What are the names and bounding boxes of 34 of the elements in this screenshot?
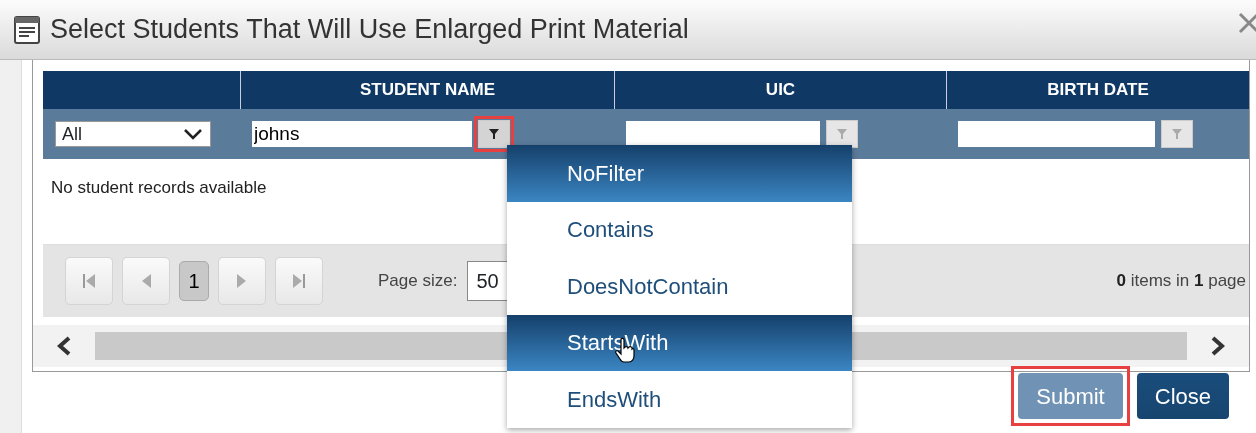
filter-menu-item[interactable]: EndsWith	[507, 371, 852, 428]
filter-icon	[488, 128, 500, 140]
empty-message: No student records available	[51, 178, 267, 197]
scroll-right-icon[interactable]	[1211, 336, 1225, 356]
previous-page-button[interactable]	[122, 257, 170, 305]
column-header: BIRTH DATE	[946, 71, 1249, 109]
filter-select[interactable]: All	[55, 121, 211, 147]
filter-input[interactable]: johns	[252, 121, 472, 147]
dialog-title: Select Students That Will Use Enlarged Print Material	[50, 13, 689, 47]
page-size-label: Page size:	[378, 270, 458, 293]
dialog-button[interactable]: Close	[1136, 373, 1229, 419]
last-page-button[interactable]	[275, 257, 323, 305]
next-icon	[237, 273, 247, 289]
last-page-icon	[292, 273, 306, 289]
page-number-button[interactable]: 1	[179, 261, 209, 301]
first-page-icon	[82, 273, 96, 289]
filter-menu-item[interactable]: Contains	[507, 201, 852, 258]
filter-menu-item[interactable]: DoesNotContain	[507, 258, 852, 315]
pager-summary: 0 items in 1 page	[1116, 270, 1247, 293]
filter-menu-item[interactable]: NoFilter	[507, 145, 852, 202]
filter-input[interactable]	[958, 121, 1155, 147]
filter-icon	[1171, 128, 1183, 140]
window-icon	[14, 15, 40, 44]
column-header: UIC	[614, 71, 946, 109]
next-page-button[interactable]	[218, 257, 266, 305]
close-icon[interactable]	[1238, 12, 1256, 34]
first-page-button[interactable]	[65, 257, 113, 305]
filter-button[interactable]	[826, 120, 858, 148]
scroll-left-icon[interactable]	[57, 336, 71, 356]
filter-icon	[836, 128, 848, 140]
column-header: STUDENT NAME	[240, 71, 614, 109]
filter-input[interactable]	[626, 121, 820, 147]
chevron-down-icon	[184, 128, 202, 140]
previous-icon	[141, 273, 151, 289]
